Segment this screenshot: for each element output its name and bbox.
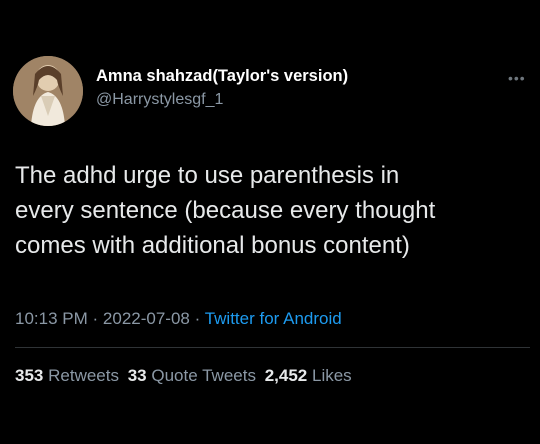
author-handle[interactable]: @Harrystylesgf_1	[96, 91, 223, 109]
tweet-source-link[interactable]: Twitter for Android	[205, 309, 342, 328]
meta-separator: ·	[92, 309, 99, 328]
quote-tweets-count: 33	[127, 366, 147, 385]
engagement-stats: 353 Retweets 33 Quote Tweets 2,452 Likes	[15, 366, 356, 386]
meta-separator: ·	[194, 309, 201, 328]
more-horizontal-icon[interactable]: •••	[508, 70, 526, 86]
tweet-text-line: The adhd urge to use parenthesis in	[15, 162, 400, 189]
divider	[15, 347, 530, 348]
tweet-text: The adhd urge to use parenthesis in ever…	[15, 158, 530, 263]
tweet-date[interactable]: 2022-07-08	[103, 309, 190, 328]
tweet-text-line: comes with additional bonus content)	[15, 232, 410, 259]
tweet: Amna shahzad(Taylor's version) @Harrysty…	[0, 0, 540, 444]
likes-label: Likes	[311, 366, 352, 385]
tweet-meta: 10:13 PM · 2022-07-08 · Twitter for Andr…	[15, 309, 342, 329]
author-name[interactable]: Amna shahzad(Taylor's version)	[96, 67, 348, 86]
likes-count: 2,452	[264, 366, 308, 385]
retweets-stat[interactable]: 353 Retweets	[15, 366, 119, 385]
tweet-time[interactable]: 10:13 PM	[15, 309, 88, 328]
avatar-image	[13, 56, 83, 126]
likes-stat[interactable]: 2,452 Likes	[265, 366, 352, 385]
tweet-text-line: every sentence (because every thought	[15, 197, 436, 224]
quote-tweets-stat[interactable]: 33 Quote Tweets	[128, 366, 256, 385]
retweets-count: 353	[15, 366, 44, 385]
retweets-label: Retweets	[48, 366, 119, 385]
avatar[interactable]	[13, 56, 83, 126]
quote-tweets-label: Quote Tweets	[151, 366, 256, 385]
